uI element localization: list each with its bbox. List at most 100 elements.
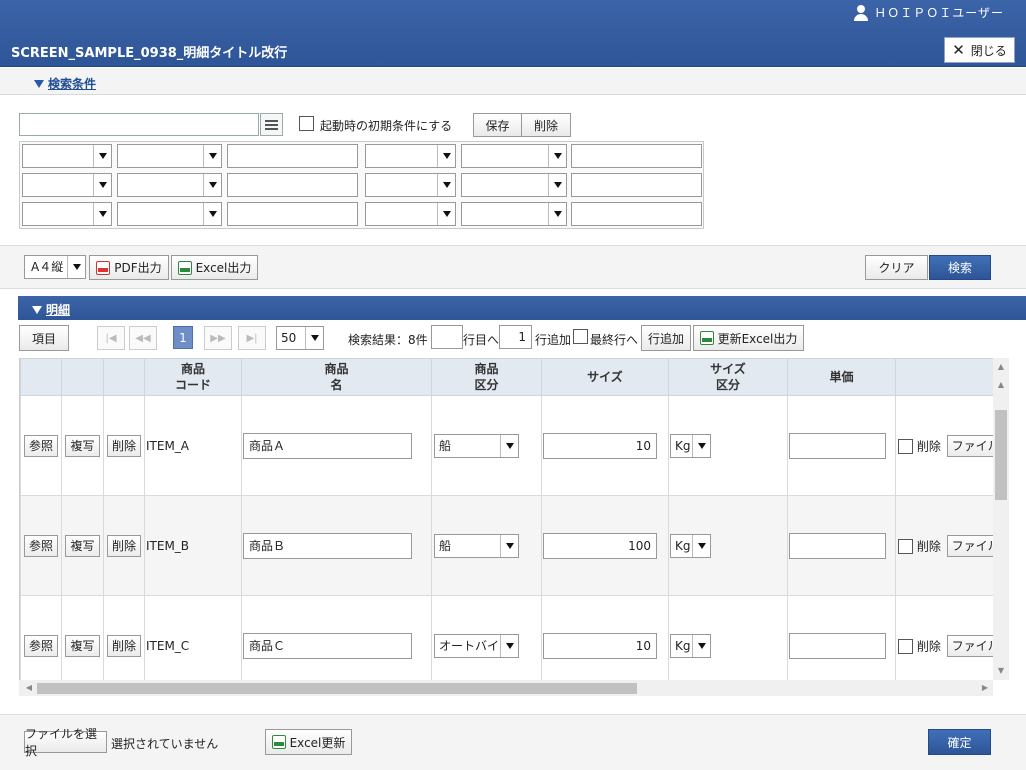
row-delete-button[interactable]: 削除 xyxy=(106,634,141,657)
delete-condition-button[interactable]: 削除 xyxy=(521,113,571,137)
saved-condition-input[interactable] xyxy=(19,113,259,136)
items-button[interactable]: 項目 xyxy=(19,325,69,351)
header-product-category[interactable]: 商品 区分 xyxy=(431,358,542,396)
condition-value-input[interactable] xyxy=(227,144,358,168)
first-page-icon[interactable]: |◀ xyxy=(97,326,125,350)
size-unit-select[interactable]: Kg xyxy=(670,633,711,658)
update-excel-export-button[interactable]: 更新Excel出力 xyxy=(693,325,804,351)
clear-button[interactable]: クリア xyxy=(865,255,928,280)
condition-list-button[interactable] xyxy=(260,113,283,136)
footer-bar: ファイルを選択 選択されていません Excel更新 確定 xyxy=(0,714,1026,770)
user-info[interactable]: ＨＯＩＰＯＩユーザー xyxy=(854,4,1004,21)
confirm-button[interactable]: 確定 xyxy=(928,729,991,755)
vertical-scroll-thumb[interactable] xyxy=(995,410,1007,500)
size-input[interactable]: 100 xyxy=(543,532,657,559)
condition-operator-select[interactable] xyxy=(461,144,567,168)
search-button[interactable]: 検索 xyxy=(929,255,991,280)
grid-horizontal-scrollbar[interactable]: ◀ ▶ xyxy=(19,680,993,696)
detail-section-toggle[interactable]: 明細 xyxy=(32,301,70,318)
condition-value-input[interactable] xyxy=(571,144,702,168)
scroll-right-icon[interactable]: ▶ xyxy=(977,683,993,692)
scroll-up-icon[interactable]: ▲ xyxy=(993,362,1009,371)
excel-icon xyxy=(699,331,714,345)
condition-operator-select[interactable] xyxy=(117,202,222,226)
choose-file-button[interactable]: ファイルを xyxy=(946,634,993,657)
size-unit-select[interactable]: Kg xyxy=(670,533,711,558)
header-size[interactable]: サイズ xyxy=(541,358,669,396)
ref-button[interactable]: 参照 xyxy=(23,434,58,457)
header-product-code[interactable]: 商品 コード xyxy=(144,358,242,396)
add-row-count-label: 行追加 xyxy=(535,333,572,347)
condition-operator-select[interactable] xyxy=(461,202,567,226)
choose-file-button[interactable]: ファイルを xyxy=(946,434,993,457)
size-input[interactable]: 10 xyxy=(543,432,657,459)
condition-operator-select[interactable] xyxy=(461,173,567,197)
choose-file-button[interactable]: ファイルを xyxy=(946,534,993,557)
excel-update-button[interactable]: Excel更新 xyxy=(265,729,352,755)
condition-field-select[interactable] xyxy=(22,173,112,197)
current-page-button[interactable]: 1 xyxy=(173,326,193,349)
header-product-name[interactable]: 商品名 xyxy=(241,358,432,396)
excel-export-label: Excel出力 xyxy=(195,261,252,275)
condition-value-input[interactable] xyxy=(227,202,358,226)
horizontal-scroll-thumb[interactable] xyxy=(37,683,637,694)
unit-price-input[interactable] xyxy=(789,632,886,659)
product-name-input[interactable]: 商品Ｃ xyxy=(243,632,412,659)
condition-field-select[interactable] xyxy=(365,202,456,226)
copy-button[interactable]: 複写 xyxy=(65,634,100,657)
pdf-export-button[interactable]: PDF出力 xyxy=(89,255,169,280)
copy-button[interactable]: 複写 xyxy=(65,534,100,557)
row-delete-checkbox[interactable] xyxy=(898,539,913,554)
goto-row-input[interactable] xyxy=(431,325,463,349)
grid-vertical-scrollbar[interactable]: ▲ ▲ ▼ xyxy=(993,358,1009,680)
search-section-bar: 検索条件 xyxy=(0,68,1026,95)
unit-price-input[interactable] xyxy=(789,532,886,559)
search-condition-grid xyxy=(19,141,704,229)
header-size-unit[interactable]: サイズ 区分 xyxy=(668,358,788,396)
save-condition-button[interactable]: 保存 xyxy=(473,113,522,137)
choose-file-button[interactable]: ファイルを選択 xyxy=(24,727,107,758)
next-page-icon[interactable]: ▶▶ xyxy=(204,326,232,350)
size-unit-select[interactable]: Kg xyxy=(670,433,711,458)
dropdown-arrow-icon xyxy=(437,174,455,196)
condition-value-input[interactable] xyxy=(227,173,358,197)
scroll-up-icon[interactable]: ▲ xyxy=(993,380,1009,389)
add-row-button[interactable]: 行追加 xyxy=(641,325,691,351)
scroll-left-icon[interactable]: ◀ xyxy=(21,683,37,692)
product-category-select[interactable]: 船 xyxy=(434,533,519,558)
row-delete-checkbox[interactable] xyxy=(898,639,913,654)
row-delete-button[interactable]: 削除 xyxy=(106,434,141,457)
header-unit-price[interactable]: 単価 xyxy=(787,358,896,396)
copy-button[interactable]: 複写 xyxy=(65,434,100,457)
condition-field-select[interactable] xyxy=(365,144,456,168)
paper-size-select[interactable]: A４縦 xyxy=(24,255,86,279)
prev-page-icon[interactable]: ◀◀ xyxy=(129,326,157,350)
condition-operator-select[interactable] xyxy=(117,173,222,197)
dropdown-arrow-icon xyxy=(692,434,710,457)
ref-button[interactable]: 参照 xyxy=(23,534,58,557)
ref-button[interactable]: 参照 xyxy=(23,634,58,657)
last-page-icon[interactable]: ▶| xyxy=(238,326,266,350)
product-name-input[interactable]: 商品Ｂ xyxy=(243,532,412,559)
row-delete-button[interactable]: 削除 xyxy=(106,534,141,557)
excel-export-button[interactable]: Excel出力 xyxy=(171,255,258,280)
search-section-toggle[interactable]: 検索条件 xyxy=(34,75,96,92)
init-condition-checkbox[interactable] xyxy=(299,116,314,131)
condition-operator-select[interactable] xyxy=(117,144,222,168)
page-size-select[interactable]: 50 xyxy=(276,326,324,350)
last-row-checkbox[interactable] xyxy=(573,329,588,344)
row-delete-checkbox[interactable] xyxy=(898,439,913,454)
product-category-select[interactable]: 船 xyxy=(434,433,519,458)
condition-field-select[interactable] xyxy=(22,202,112,226)
product-name-input[interactable]: 商品Ａ xyxy=(243,432,412,459)
condition-field-select[interactable] xyxy=(22,144,112,168)
size-input[interactable]: 10 xyxy=(543,632,657,659)
product-category-select[interactable]: オートバイ xyxy=(434,633,519,658)
condition-value-input[interactable] xyxy=(571,173,702,197)
unit-price-input[interactable] xyxy=(789,432,886,459)
condition-field-select[interactable] xyxy=(365,173,456,197)
close-button[interactable]: ✕ 閉じる xyxy=(944,37,1015,63)
scroll-down-icon[interactable]: ▼ xyxy=(993,666,1009,675)
add-row-count-input[interactable]: 1 xyxy=(499,325,532,349)
condition-value-input[interactable] xyxy=(571,202,702,226)
